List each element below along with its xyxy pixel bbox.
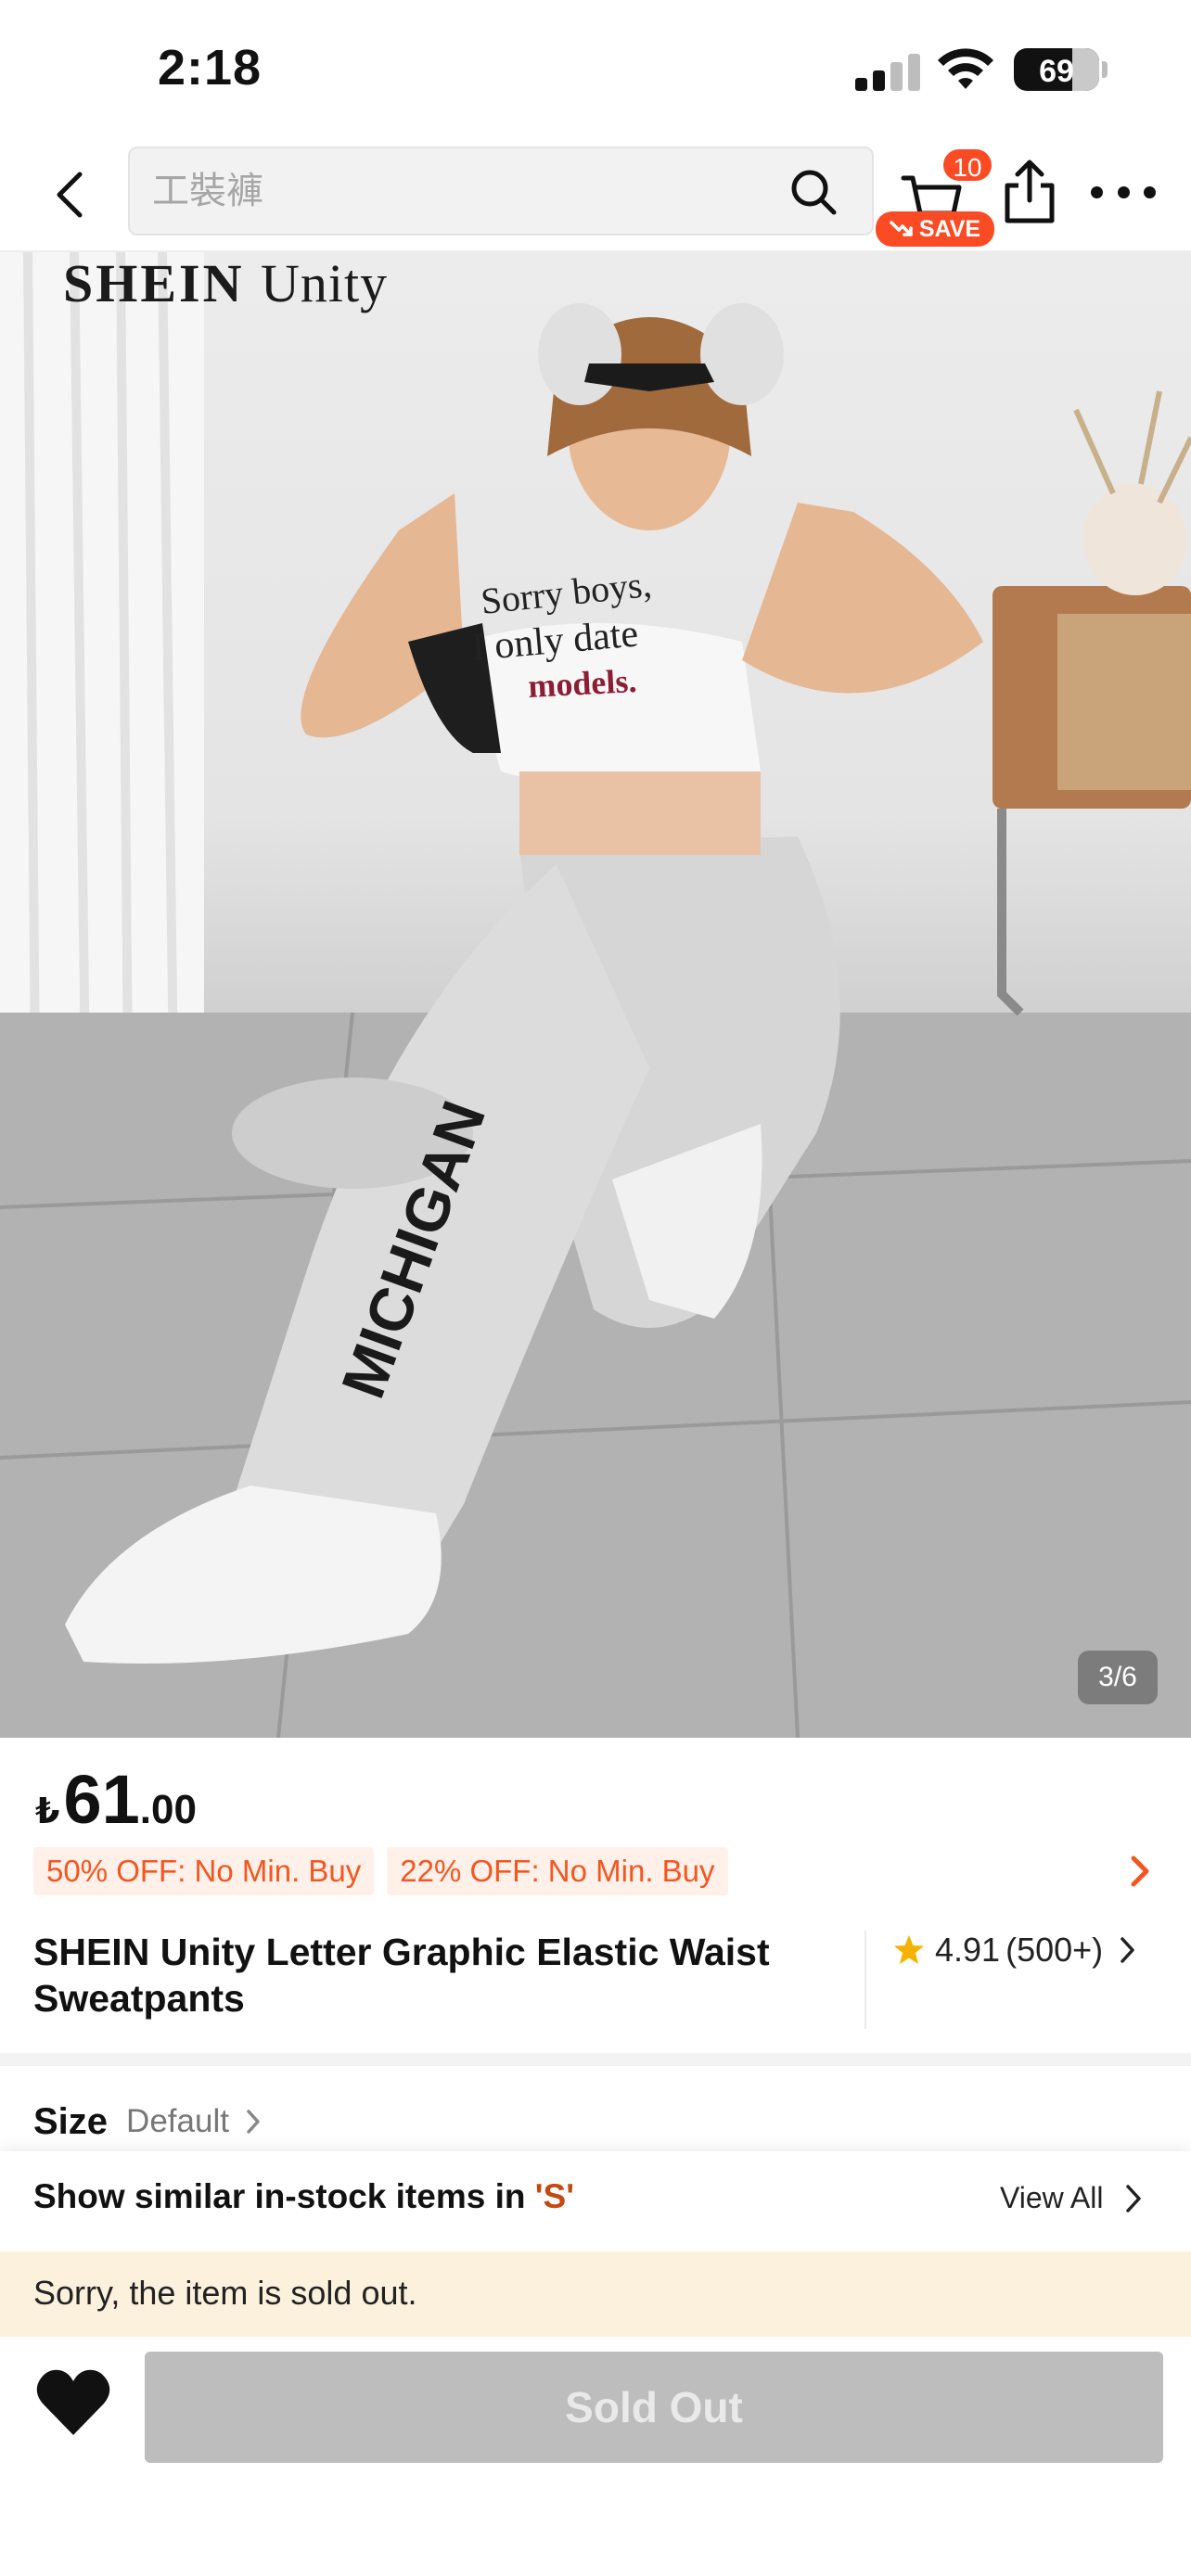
promotion-row[interactable]: 50% OFF: No Min. Buy 22% OFF: No Min. Bu… bbox=[33, 1847, 728, 1895]
product-image-gallery[interactable]: Sorry boys, I only date models. MICHIGAN… bbox=[0, 252, 1191, 1738]
sold-out-notice-text: Sorry, the item is sold out. bbox=[33, 2274, 417, 2312]
price: ₺ 61 .00 bbox=[35, 1760, 197, 1839]
price-currency: ₺ bbox=[35, 1792, 60, 1831]
product-photo: Sorry boys, I only date models. MICHIGAN bbox=[0, 252, 1191, 1738]
sold-out-button[interactable]: Sold Out bbox=[145, 2352, 1163, 2463]
share-button[interactable] bbox=[1002, 156, 1057, 230]
cellular-signal-icon bbox=[855, 50, 920, 91]
rating-score: 4.91 bbox=[935, 1931, 1001, 1969]
brand-watermark-sub: Unity bbox=[261, 253, 389, 313]
chevron-right-icon bbox=[1126, 2184, 1142, 2213]
chevron-right-icon bbox=[1121, 1937, 1134, 1963]
battery-level: 69 bbox=[1039, 54, 1074, 89]
battery-icon: 69 bbox=[1014, 48, 1099, 91]
rating-link[interactable]: 4.91 (500+) bbox=[892, 1927, 1136, 1973]
chevron-right-icon[interactable] bbox=[1126, 1855, 1154, 1888]
price-decimal: .00 bbox=[139, 1787, 197, 1832]
image-page-indicator: 3/6 bbox=[1078, 1651, 1158, 1704]
heart-icon[interactable] bbox=[33, 2366, 113, 2441]
brand-watermark: SHEIN Unity bbox=[63, 252, 388, 314]
trend-down-icon bbox=[890, 221, 913, 236]
search-icon[interactable] bbox=[788, 167, 839, 217]
status-time: 2:18 bbox=[158, 40, 263, 96]
size-label: Size bbox=[33, 2100, 109, 2142]
similar-items-prefix: Show similar in-stock items in bbox=[33, 2177, 535, 2215]
bottom-action-bar: Sold Out bbox=[0, 2337, 1191, 2576]
view-all-label: View All bbox=[1000, 2181, 1104, 2214]
similar-items-size: 'S' bbox=[534, 2177, 575, 2215]
back-button[interactable] bbox=[33, 158, 108, 232]
brand-watermark-main: SHEIN bbox=[63, 253, 245, 313]
search-input[interactable] bbox=[152, 148, 783, 234]
size-value: Default bbox=[126, 2103, 229, 2139]
divider bbox=[864, 1931, 866, 2029]
chevron-right-icon bbox=[247, 2110, 260, 2134]
product-title: SHEIN Unity Letter Graphic Elastic Waist… bbox=[33, 1931, 770, 2020]
save-badge: SAVE bbox=[876, 211, 994, 247]
product-title-block: SHEIN Unity Letter Graphic Elastic Waist… bbox=[33, 1929, 850, 2021]
similar-items-text: Show similar in-stock items in 'S' bbox=[33, 2177, 574, 2216]
promo-chip[interactable]: 50% OFF: No Min. Buy bbox=[33, 1847, 375, 1895]
similar-items-row[interactable]: Show similar in-stock items in 'S' View … bbox=[0, 2151, 1191, 2251]
chevron-left-icon bbox=[57, 172, 83, 218]
battery-tip bbox=[1102, 61, 1108, 78]
more-options-icon[interactable] bbox=[1091, 178, 1156, 206]
share-icon bbox=[1005, 159, 1055, 223]
section-divider bbox=[0, 2053, 1191, 2066]
review-count: (500+) bbox=[1005, 1931, 1104, 1969]
promo-chip[interactable]: 22% OFF: No Min. Buy bbox=[387, 1847, 728, 1895]
nav-bar: 10 bbox=[0, 139, 1191, 252]
search-bar[interactable] bbox=[128, 147, 874, 236]
cart-count-badge: 10 bbox=[941, 147, 994, 184]
price-integer: 61 bbox=[63, 1761, 140, 1838]
save-label: SAVE bbox=[918, 215, 981, 242]
shirt-text-line-3: models. bbox=[527, 662, 637, 705]
star-icon bbox=[894, 1935, 924, 1964]
sold-out-notice: Sorry, the item is sold out. bbox=[0, 2251, 1191, 2337]
status-bar: 2:18 69 bbox=[0, 0, 1191, 139]
wifi-icon bbox=[938, 48, 993, 89]
size-selector[interactable]: Size Default bbox=[33, 2096, 261, 2148]
view-all-link[interactable]: View All bbox=[1000, 2181, 1142, 2215]
